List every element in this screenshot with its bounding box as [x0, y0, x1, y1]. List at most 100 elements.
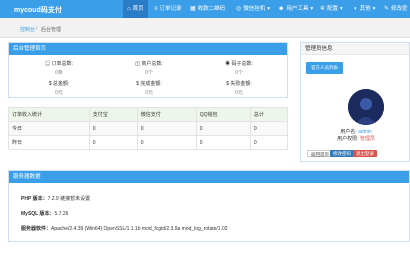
stat-value: 0元 — [145, 90, 153, 96]
merchant-icon: ◫ — [135, 61, 140, 67]
stat-value: 0个 — [235, 70, 243, 76]
user-icon: ☻ — [278, 6, 285, 12]
table-cell: 0 — [249, 135, 289, 150]
chevron-down-icon: ▾ — [372, 6, 376, 12]
table-cell: 0 — [88, 135, 138, 150]
chevron-down-icon: ▾ — [310, 6, 314, 12]
money-done-icon: $ — [136, 81, 139, 87]
chevron-down-icon: ▾ — [340, 6, 343, 12]
nav-item-label: 订单记录 — [159, 6, 182, 12]
stat-label: 总金额: — [52, 81, 70, 87]
money-fail-icon: $ — [226, 81, 229, 87]
stat-completed-amount: $ 完成金额: 0元 — [104, 80, 194, 96]
server-row-label: PHP 版本： — [21, 196, 48, 202]
breadcrumb-home-link[interactable]: 控制台 — [20, 26, 35, 33]
table-header: 微信支付 — [136, 107, 197, 122]
wechat-icon: ◎ — [236, 6, 242, 12]
manager-group: 用户权限: 管理员 — [301, 135, 410, 142]
globe-icon: ◐ — [354, 6, 358, 12]
table-header: QQ钱包 — [195, 107, 251, 122]
home-icon: ⌂ — [127, 6, 131, 12]
nav-item-orders[interactable]: ≡ 订单记录 — [150, 0, 186, 18]
nav-item-label: 微信挂机 — [243, 6, 266, 12]
money-icon: $ — [48, 81, 52, 87]
breadcrumb: 控制台 / 后台管理 — [0, 18, 410, 38]
nav-item-home[interactable]: ⌂ 首页 — [123, 0, 148, 18]
stat-value: 0个 — [145, 70, 153, 76]
table-header: 支付宝 — [88, 107, 138, 122]
server-row-label: 服务器软件： — [21, 226, 52, 232]
table-cell: 0 — [195, 121, 251, 136]
stat-label: 订单总数: — [51, 61, 73, 67]
chevron-down-icon: ▾ — [267, 6, 271, 12]
server-row-mysql: MySQL 版本：5.7.26 — [21, 210, 68, 217]
nav-item-change-password[interactable]: ✎ 修改密 — [380, 0, 410, 18]
group-label: 用户权限: — [337, 136, 359, 142]
table-row: 今日 0 0 0 0 — [8, 121, 289, 136]
breadcrumb-separator: / — [36, 26, 38, 32]
server-row-value: 5.7.26 — [54, 211, 69, 217]
table-header: 订单收入统计 — [8, 107, 90, 122]
stat-total-amount: $ 总金额: 0元 — [14, 80, 104, 96]
server-row-value: Apache/2.4.39 (Win64) OpenSSL/1.1.1b mod… — [51, 226, 228, 232]
qrcode-icon: ▦ — [190, 6, 196, 12]
lock-icon: ✎ — [384, 6, 390, 12]
breadcrumb-current: 后台管理 — [41, 27, 62, 33]
table-cell: 0 — [136, 135, 197, 150]
stat-label: 商户总数: — [141, 61, 163, 67]
code-icon: ◉ — [225, 61, 231, 67]
panel-title: 服务器数据 — [9, 171, 409, 183]
nav-item-label: 用户工具 — [286, 6, 309, 12]
gear-icon: ✲ — [320, 6, 326, 12]
table-cell: 0 — [195, 135, 251, 150]
table-row: 昨日 0 0 0 0 — [8, 135, 289, 150]
server-row-value: 7.2.9 链接暂未设置 — [47, 196, 91, 202]
list-icon: ≡ — [154, 6, 158, 12]
income-stats-table: 订单收入统计 支付宝 微信支付 QQ钱包 总计 今日 0 0 0 0 昨日 0 … — [8, 107, 289, 150]
server-info-panel: 服务器数据 PHP 版本：7.2.9 链接暂未设置 MySQL 版本：5.7.2… — [8, 170, 410, 242]
table-cell: 0 — [88, 121, 138, 136]
server-row-label: MySQL 版本： — [21, 211, 55, 217]
stat-label: 完成金额: — [140, 81, 162, 87]
avatar — [348, 89, 384, 125]
group-value: 管理员 — [359, 136, 375, 142]
table-cell: 0 — [136, 121, 197, 136]
nav-item-config[interactable]: ✲ 配置 ▾ — [316, 0, 347, 18]
table-cell: 今日 — [8, 121, 90, 136]
nav-item-user-tools[interactable]: ☻ 用户工具 ▾ — [274, 0, 317, 18]
stat-value: 0元 — [55, 90, 63, 96]
manager-username: 用户名: admin — [301, 128, 410, 135]
admin-overview-panel: 后台管理首页 ▤ 订单总数: 0条 ◫ 商户总数: 0个 ◉ 码子总数: 0个 … — [8, 42, 288, 98]
stat-value: 0条 — [55, 70, 63, 76]
nav-item-label: 收款二维码 — [197, 6, 226, 12]
table-header-row: 订单收入统计 支付宝 微信支付 QQ钱包 总计 — [8, 107, 289, 122]
nav-item-other[interactable]: ◐ 其他 ▾ — [350, 0, 379, 18]
nav-item-qrcode[interactable]: ▦ 收款二维码 — [186, 0, 229, 18]
table-header: 总计 — [249, 107, 289, 122]
stat-code-count: ◉ 码子总数: 0个 — [194, 60, 284, 76]
nav-item-label: 首页 — [132, 6, 144, 12]
server-row-php: PHP 版本：7.2.9 链接暂未设置 — [21, 195, 90, 202]
stat-merchant-count: ◫ 商户总数: 0个 — [104, 60, 194, 76]
nav-item-label: 配置 — [327, 6, 339, 12]
stat-label: 失败金额: — [230, 81, 252, 87]
top-navbar: mycoud码支付 ⌂ 首页 ≡ 订单记录 ▦ 收款二维码 ◎ 微信挂机 ▾ ☻… — [0, 0, 410, 18]
table-cell: 0 — [249, 121, 289, 136]
change-password-button[interactable]: 修改密码 — [330, 150, 354, 157]
order-icon: ▤ — [45, 61, 51, 67]
stat-failed-amount: $ 失败金额: 0元 — [194, 80, 284, 96]
avatar-figure-icon — [348, 89, 384, 125]
panel-title: 后台管理首页 — [9, 43, 287, 55]
server-row-software: 服务器软件：Apache/2.4.39 (Win64) OpenSSL/1.1.… — [21, 225, 228, 232]
stat-value: 0元 — [235, 90, 243, 96]
nav-item-label: 其他 — [359, 6, 371, 12]
table-cell: 昨日 — [8, 135, 90, 150]
brand-logo[interactable]: mycoud码支付 — [14, 5, 62, 15]
group-list-button[interactable]: 官方人员列表 — [306, 62, 343, 74]
stat-order-count: ▤ 订单总数: 0条 — [14, 60, 104, 76]
nav-item-wechat[interactable]: ◎ 微信挂机 ▾ — [232, 0, 274, 18]
nav-item-label: 修改密 — [391, 6, 408, 12]
logout-button[interactable]: 退出登录 — [353, 150, 377, 157]
stat-label: 码子总数: — [231, 61, 253, 67]
manager-info-panel: 管理员信息 官方人员列表 用户名: admin 用户权限: 管理员 返回首页 修… — [300, 42, 410, 162]
